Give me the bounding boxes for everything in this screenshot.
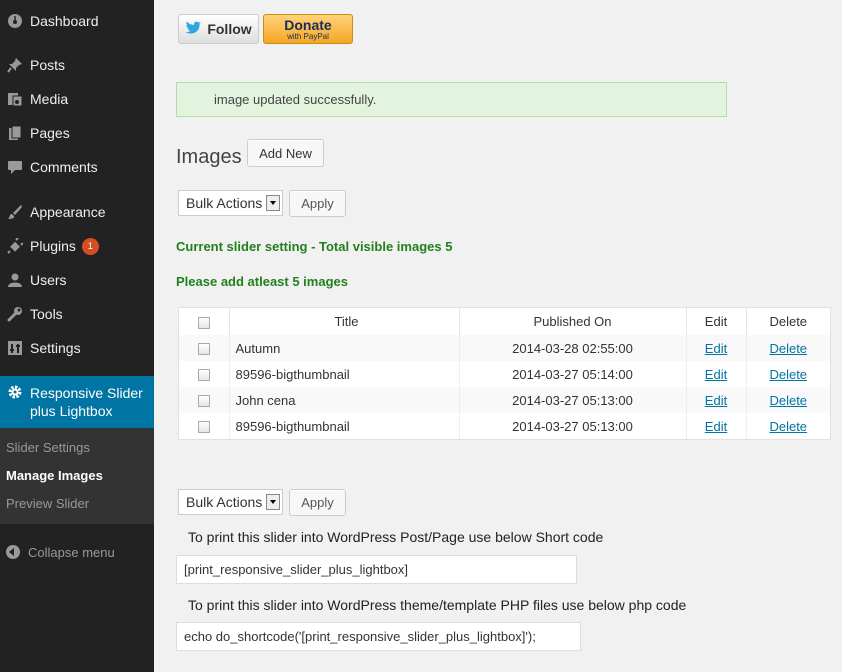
edit-link[interactable]: Edit — [705, 367, 727, 382]
bulk-actions-select-bottom[interactable]: Bulk Actions — [178, 489, 283, 515]
header-title: Title — [228, 308, 459, 335]
comment-icon — [0, 159, 30, 175]
bulk-actions-select-top[interactable]: Bulk Actions — [178, 190, 283, 216]
edit-link[interactable]: Edit — [705, 419, 727, 434]
please-add-text: Please add atleast 5 images — [176, 274, 348, 289]
submenu-preview-slider[interactable]: Preview Slider — [6, 496, 89, 511]
row-checkbox[interactable] — [197, 343, 210, 356]
sidebar-item-tools[interactable]: Tools — [0, 297, 154, 331]
sidebar-item-plugins[interactable]: Plugins 1 — [0, 229, 154, 263]
sidebar-item-comments[interactable]: Comments — [0, 150, 154, 184]
page-title: Images — [176, 146, 242, 168]
edit-link[interactable]: Edit — [705, 341, 727, 356]
wrench-icon — [0, 306, 30, 322]
slider-setting-text: Current slider setting - Total visible i… — [176, 239, 453, 254]
table-row: 89596-bigthumbnail 2014-03-27 05:13:00 E… — [179, 413, 830, 439]
collapse-icon — [6, 545, 20, 559]
sidebar-item-users[interactable]: Users — [0, 263, 154, 297]
plugin-update-badge: 1 — [81, 237, 99, 255]
delete-link[interactable]: Delete — [769, 393, 807, 408]
sidebar-item-settings[interactable]: Settings — [0, 331, 154, 365]
row-date: 2014-03-27 05:13:00 — [458, 413, 686, 439]
table-row: John cena 2014-03-27 05:13:00 Edit Delet… — [179, 387, 830, 413]
chevron-down-icon — [266, 494, 280, 510]
submenu-slider-settings[interactable]: Slider Settings — [6, 440, 90, 455]
user-icon — [0, 272, 30, 288]
php-code-field[interactable]: echo do_shortcode('[print_responsive_sli… — [176, 622, 581, 651]
select-all-cell — [179, 308, 229, 335]
delete-link[interactable]: Delete — [769, 341, 807, 356]
twitter-follow-button[interactable]: Follow — [178, 14, 259, 44]
submenu: Slider Settings Manage Images Preview Sl… — [0, 428, 154, 524]
edit-link[interactable]: Edit — [705, 393, 727, 408]
row-title: 89596-bigthumbnail — [228, 413, 459, 439]
apply-button-bottom[interactable]: Apply — [289, 489, 346, 516]
submenu-manage-images[interactable]: Manage Images — [6, 468, 103, 483]
delete-link[interactable]: Delete — [769, 419, 807, 434]
row-title: John cena — [228, 387, 459, 413]
select-all-checkbox[interactable] — [197, 316, 210, 329]
row-checkbox[interactable] — [197, 395, 210, 408]
sidebar-item-dashboard[interactable]: Dashboard — [0, 4, 154, 38]
collapse-menu-button[interactable]: Collapse menu — [0, 540, 154, 564]
chevron-down-icon — [266, 195, 280, 211]
shortcode-label: To print this slider into WordPress Post… — [188, 529, 604, 545]
settings-icon — [0, 340, 30, 356]
sidebar-item-media[interactable]: Media — [0, 82, 154, 116]
images-table: Title Published On Edit Delete Autumn 20… — [178, 307, 831, 440]
table-header-row: Title Published On Edit Delete — [179, 308, 830, 335]
row-date: 2014-03-28 02:55:00 — [458, 335, 686, 361]
sidebar-item-appearance[interactable]: Appearance — [0, 195, 154, 229]
plug-icon — [0, 238, 30, 254]
current-menu-arrow — [154, 394, 162, 410]
brush-icon — [0, 204, 30, 220]
admin-sidebar: Dashboard Posts Media Pages Comments App… — [0, 0, 162, 672]
shortcode-field[interactable]: [print_responsive_slider_plus_lightbox] — [176, 555, 577, 584]
sidebar-item-posts[interactable]: Posts — [0, 48, 154, 82]
add-new-button[interactable]: Add New — [247, 139, 324, 167]
collapse-label: Collapse menu — [28, 544, 115, 560]
apply-button-top[interactable]: Apply — [289, 190, 346, 217]
row-checkbox[interactable] — [197, 369, 210, 382]
gear-icon — [0, 384, 30, 405]
row-title: Autumn — [228, 335, 459, 361]
row-title: 89596-bigthumbnail — [228, 361, 459, 387]
media-icon — [0, 91, 30, 107]
table-row: 89596-bigthumbnail 2014-03-27 05:14:00 E… — [179, 361, 830, 387]
row-date: 2014-03-27 05:13:00 — [458, 387, 686, 413]
header-edit: Edit — [685, 308, 746, 335]
pin-icon — [0, 57, 30, 73]
row-checkbox[interactable] — [197, 421, 210, 434]
header-delete: Delete — [745, 308, 830, 335]
sidebar-item-pages[interactable]: Pages — [0, 116, 154, 150]
delete-link[interactable]: Delete — [769, 367, 807, 382]
sidebar-item-responsive-slider[interactable]: Responsive Slider plus Lightbox — [0, 376, 162, 428]
success-notice: image updated successfully. — [176, 82, 727, 117]
row-date: 2014-03-27 05:14:00 — [458, 361, 686, 387]
dashboard-icon — [0, 13, 30, 29]
twitter-bird-icon — [185, 21, 202, 38]
php-code-label: To print this slider into WordPress them… — [188, 597, 687, 613]
pages-icon — [0, 125, 30, 141]
header-published-on: Published On — [458, 308, 686, 335]
paypal-donate-button[interactable]: Donate with PayPal — [263, 14, 353, 44]
table-row: Autumn 2014-03-28 02:55:00 Edit Delete — [179, 335, 830, 361]
